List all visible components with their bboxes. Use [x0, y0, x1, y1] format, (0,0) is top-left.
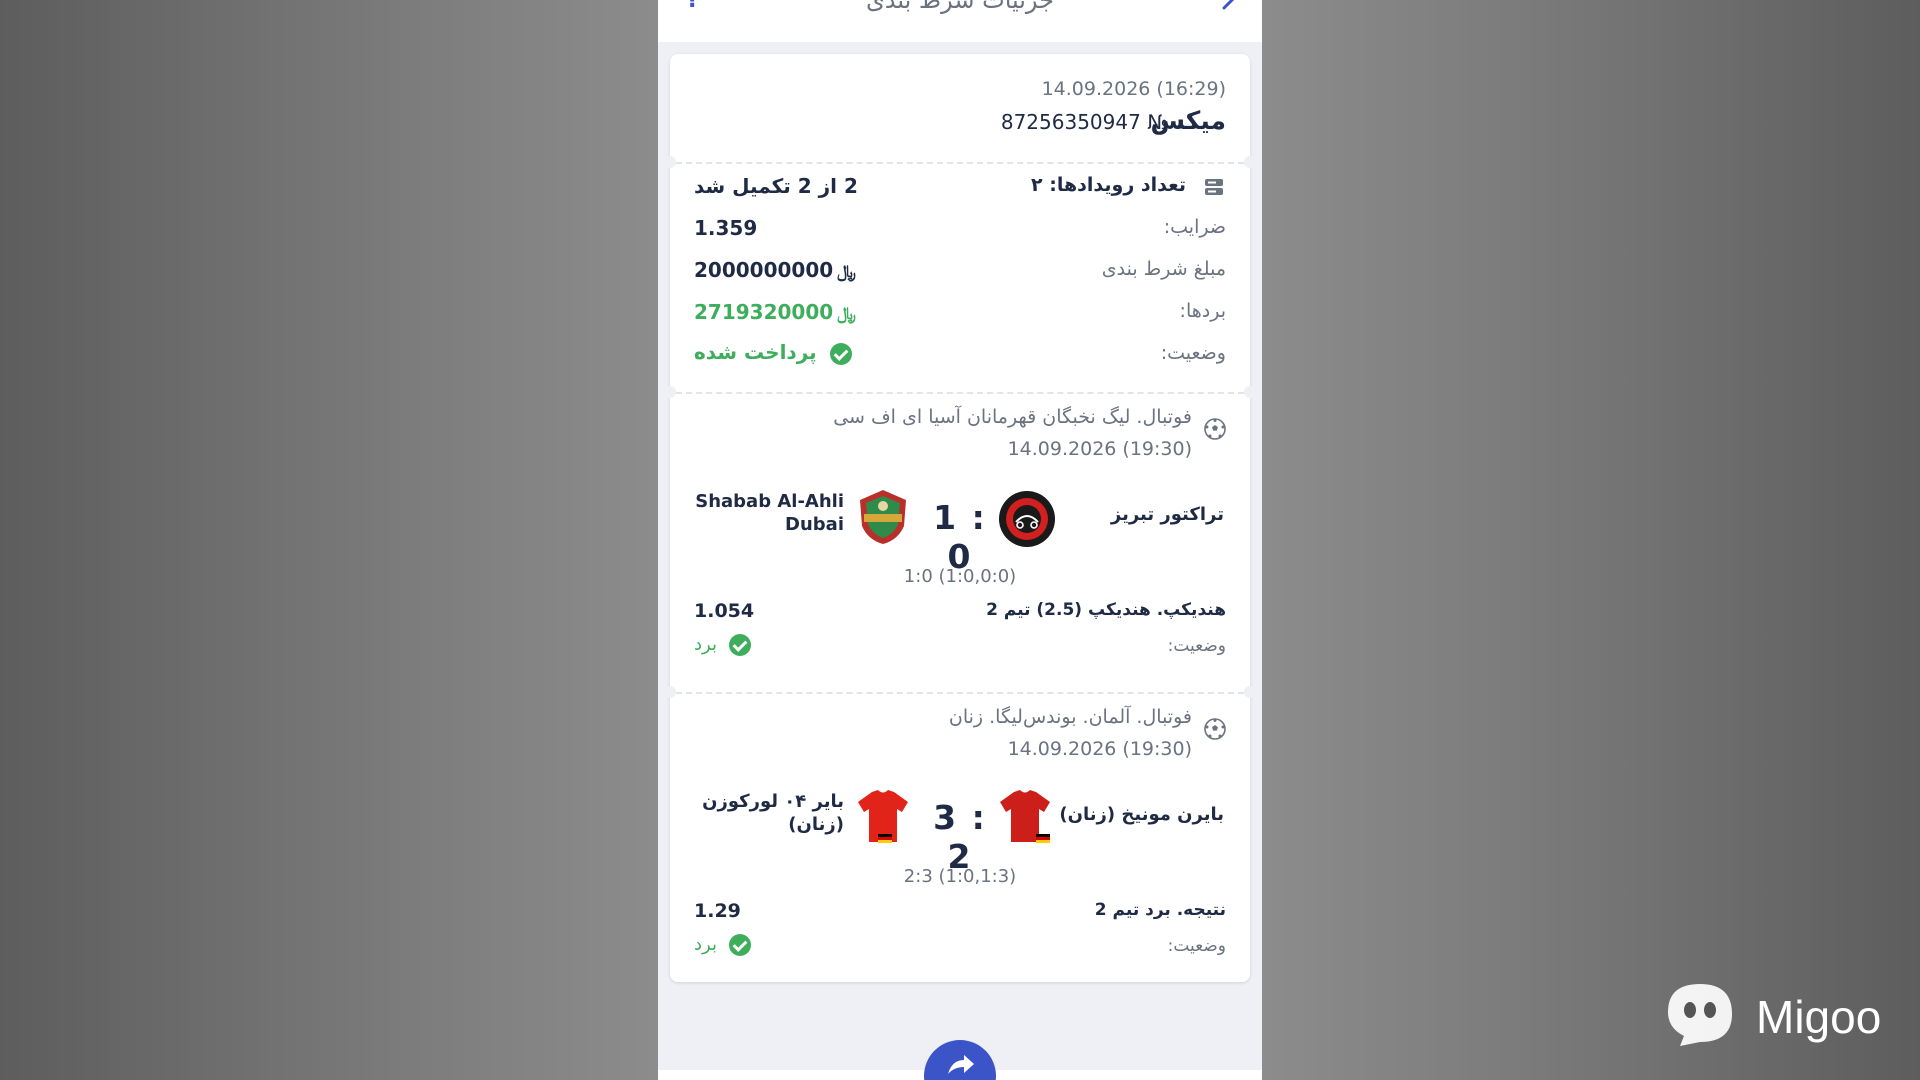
away-team: Shabab Al-Ahli Dubai: [695, 491, 844, 535]
soccer-ball-icon: [1204, 418, 1226, 440]
event-item[interactable]: فوتبال. آلمان. بوندس‌لیگا. زنان 14.09.20…: [670, 694, 1250, 982]
event-odd: 1.054: [694, 600, 755, 622]
bet-ticket-card: 14.09.2026 (16:29) میکس 87256350947 № تع…: [664, 54, 1256, 982]
share-icon: [948, 1055, 974, 1074]
score: 1 : 0: [933, 498, 987, 576]
status-value: پرداخت شده: [694, 340, 817, 364]
blurred-background-right: [1262, 0, 1920, 1080]
league-name: فوتبال. لیگ نخبگان قهرمانان آسیا ای اف س…: [833, 406, 1192, 428]
event-status: برد: [694, 634, 751, 656]
odds-label: ضرایب:: [1163, 216, 1226, 238]
event-status-label: وضعیت:: [1167, 936, 1226, 956]
odds-value: 1.359: [694, 216, 758, 240]
winnings-label: بردها:: [1179, 300, 1226, 322]
status-label: وضعیت:: [1160, 342, 1226, 364]
winnings-value: 2719320000: [694, 300, 834, 324]
event-item[interactable]: فوتبال. لیگ نخبگان قهرمانان آسیا ای اف س…: [670, 394, 1250, 692]
completed-count: 2 از 2 تکمیل شد: [694, 174, 858, 198]
event-status-label: وضعیت:: [1167, 636, 1226, 656]
halftime-score: 1:0 (1:0,0:0): [903, 566, 1017, 587]
red-jersey-icon: [858, 790, 908, 843]
market-name: هندیکپ. هندیکپ (2.5) تیم 2: [986, 600, 1226, 620]
tractor-fc-logo-icon: [999, 491, 1055, 547]
stake-amount: 2000000000 ﷼: [694, 258, 856, 282]
migoo-logo-icon: [1668, 984, 1732, 1046]
halftime-score: 2:3 (1:0,1:3): [903, 866, 1017, 887]
rial-symbol: ﷼: [837, 304, 856, 324]
stake-label: مبلغ شرط بندی: [1101, 258, 1226, 280]
event-status: برد: [694, 934, 751, 956]
score: 3 : 2: [933, 798, 987, 876]
check-circle-icon: [829, 342, 852, 365]
stake-value: 2000000000: [694, 258, 834, 282]
ticket-summary: تعداد رویدادها: ۲ 2 از 2 تکمیل شد ضرایب:…: [670, 54, 1250, 394]
event-status-value: برد: [694, 634, 717, 655]
league-name: فوتبال. آلمان. بوندس‌لیگا. زنان: [948, 706, 1192, 728]
check-circle-icon: [728, 934, 751, 956]
events-list-icon: [1205, 179, 1223, 195]
soccer-ball-icon: [1204, 718, 1226, 740]
back-arrow-icon[interactable]: [1204, 0, 1238, 12]
event-status-value: برد: [694, 934, 717, 955]
check-circle-icon: [728, 634, 751, 656]
shabab-al-ahli-logo-icon: [860, 490, 906, 544]
blurred-background-left: [0, 0, 658, 1080]
share-button[interactable]: [924, 1040, 996, 1080]
events-count: تعداد رویدادها: ۲: [1031, 174, 1186, 196]
watermark: Migoo: [1664, 980, 1894, 1050]
ticket-status: پرداخت شده: [694, 340, 852, 365]
event-date: 14.09.2026 (19:30): [1007, 738, 1192, 760]
red-jersey-icon: [1000, 790, 1050, 843]
event-date: 14.09.2026 (19:30): [1007, 438, 1192, 460]
home-team: تراکتور تبریز: [1110, 504, 1224, 525]
watermark-text: Migoo: [1756, 991, 1882, 1043]
winnings-amount: 2719320000 ﷼: [694, 300, 856, 324]
home-team: بایرن مونیخ (زنان): [1059, 804, 1224, 825]
market-name: نتیجه. برد تیم 2: [1094, 900, 1226, 920]
event-odd: 1.29: [694, 900, 741, 922]
phone-screen: ⁝ جزئیات شرط بندی 14.09.2026 (16:29) میک…: [658, 0, 1262, 1080]
away-team: بایر ۰۴ لورکوزن (زنان): [702, 791, 844, 835]
top-bar: ⁝ جزئیات شرط بندی: [658, 0, 1262, 42]
rial-symbol: ﷼: [837, 262, 856, 282]
page-title: جزئیات شرط بندی: [865, 0, 1054, 14]
